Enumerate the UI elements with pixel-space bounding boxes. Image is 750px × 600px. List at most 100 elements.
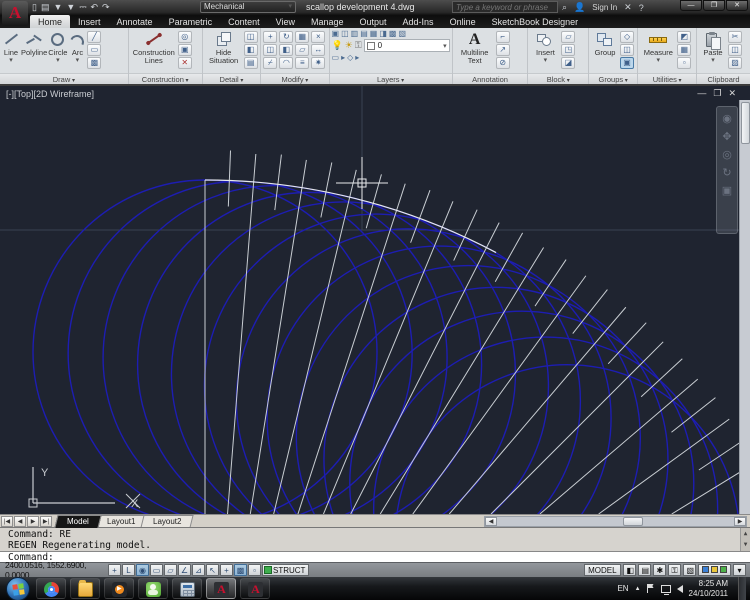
- plot-icon[interactable]: ⎓: [79, 2, 86, 13]
- detail-border-button[interactable]: ▤: [243, 57, 258, 69]
- minimize-button[interactable]: —: [680, 0, 702, 11]
- open-file-icon[interactable]: ▤: [41, 2, 50, 13]
- hidden-icons-icon[interactable]: ▲: [635, 586, 641, 592]
- offset-button[interactable]: ≡: [295, 57, 310, 69]
- command-input[interactable]: Command:: [0, 551, 750, 563]
- grid-display-toggle[interactable]: L: [122, 564, 135, 576]
- scroll-left-icon[interactable]: ◀: [485, 517, 497, 526]
- horizontal-scrollbar-thumb[interactable]: [623, 517, 643, 526]
- paste-special-icon[interactable]: ▨: [728, 57, 743, 69]
- panel-label-draw[interactable]: Draw: [0, 73, 128, 84]
- vp-minimize-icon[interactable]: —: [697, 88, 706, 99]
- layer-prev-icon[interactable]: ▥: [351, 29, 359, 38]
- construction-erase-button[interactable]: ✕: [177, 57, 192, 69]
- clock[interactable]: 8:25 AM 24/10/2011: [689, 579, 728, 599]
- dimension-button[interactable]: ⌐: [495, 31, 510, 43]
- redo-icon[interactable]: ↷: [102, 2, 110, 13]
- prev-tab-button[interactable]: ◀: [14, 515, 26, 527]
- trim-button[interactable]: ⌿: [263, 57, 278, 69]
- tab-content[interactable]: Content: [220, 15, 268, 28]
- navigation-bar[interactable]: ◉ ✥ ◎ ↻ ▣: [716, 106, 738, 234]
- horizontal-scrollbar[interactable]: ◀ ▶: [484, 516, 747, 527]
- vp-close-icon[interactable]: ✕: [728, 88, 736, 99]
- arc-button[interactable]: Arc ▾: [68, 29, 87, 64]
- exchange-icon[interactable]: ✕: [624, 2, 632, 13]
- group-manager-button[interactable]: ▣: [620, 57, 635, 69]
- panel-label-annotation[interactable]: Annotation: [452, 73, 528, 84]
- measure-button[interactable]: Measure ▾: [640, 29, 676, 64]
- signin-button[interactable]: Sign In: [592, 3, 617, 12]
- command-scrollbar[interactable]: ▲ ▼: [740, 528, 750, 552]
- rectangle-tool-button[interactable]: ╱: [87, 31, 102, 43]
- panel-label-modify[interactable]: Modify: [261, 73, 329, 84]
- tab-parametric[interactable]: Parametric: [161, 15, 221, 28]
- layer-freeze-icon[interactable]: ◨: [379, 29, 387, 38]
- orbit-icon[interactable]: ↻: [722, 167, 731, 179]
- fillet-button[interactable]: ◠: [279, 57, 294, 69]
- object-snap-toggle[interactable]: ∠: [178, 564, 191, 576]
- move-button[interactable]: +: [263, 31, 278, 43]
- object-snap-tracking-toggle[interactable]: ⊿: [192, 564, 205, 576]
- id-point-button[interactable]: ▫: [677, 57, 692, 69]
- help-icon[interactable]: ?: [639, 3, 644, 13]
- first-tab-button[interactable]: |◀: [1, 515, 13, 527]
- viewport-controls-label[interactable]: [-][Top][2D Wireframe]: [6, 89, 94, 99]
- start-button[interactable]: [6, 576, 30, 600]
- quick-calc-button[interactable]: ▦: [677, 44, 692, 56]
- layer-thaw-icon[interactable]: ☀: [345, 40, 353, 51]
- group-button[interactable]: Group: [591, 29, 619, 57]
- layer-isolate-icon[interactable]: ▤: [360, 29, 368, 38]
- polar-tracking-toggle[interactable]: ▱: [164, 564, 177, 576]
- tab-home[interactable]: Home: [30, 15, 71, 28]
- annotation-visibility-icon[interactable]: ▧: [682, 564, 696, 576]
- quick-view-layouts-icon[interactable]: ◧: [622, 564, 636, 576]
- model-space-button[interactable]: MODEL: [584, 564, 621, 576]
- group-edit-button[interactable]: ◫: [620, 44, 635, 56]
- array-button[interactable]: ▦: [295, 31, 310, 43]
- language-indicator[interactable]: EN: [617, 584, 628, 593]
- status-menu-icon[interactable]: ▾: [733, 564, 746, 576]
- save-as-icon[interactable]: ▼: [66, 2, 75, 13]
- layer-walk-icon[interactable]: ▸: [341, 53, 345, 62]
- annotation-scale-icon[interactable]: ✱: [652, 564, 666, 576]
- network-icon[interactable]: [660, 584, 671, 595]
- struct-button[interactable]: STRUCT: [262, 564, 310, 576]
- polygon-tool-button[interactable]: ▭: [87, 44, 102, 56]
- next-tab-button[interactable]: ▶: [27, 515, 39, 527]
- hide-situation-button[interactable]: Hide Situation: [205, 29, 243, 65]
- workspace-selector[interactable]: Mechanical ▾: [200, 1, 296, 13]
- workspace-switching-button[interactable]: [697, 564, 731, 576]
- action-center-icon[interactable]: [646, 584, 655, 593]
- detail-section-button[interactable]: ◧: [243, 44, 258, 56]
- vertical-scrollbar[interactable]: [739, 100, 750, 514]
- panel-label-groups[interactable]: Groups: [589, 73, 638, 84]
- model-space-viewport[interactable]: [-][Top][2D Wireframe] — ❐ ✕ ◉ ✥ ◎ ↻ ▣ Y X: [0, 86, 750, 514]
- layer-merge-icon[interactable]: ▸: [355, 53, 359, 62]
- tab-output[interactable]: Output: [352, 15, 395, 28]
- infer-constraints-toggle[interactable]: ◉: [136, 564, 149, 576]
- showmotion-icon[interactable]: ▣: [722, 185, 732, 197]
- search-icon[interactable]: ⌕: [562, 2, 567, 13]
- show-desktop-button[interactable]: [738, 577, 746, 600]
- panel-label-layers[interactable]: Layers: [329, 73, 452, 84]
- scroll-right-icon[interactable]: ▶: [734, 517, 746, 526]
- panel-label-block[interactable]: Block: [528, 73, 589, 84]
- quick-view-drawings-icon[interactable]: ▤: [637, 564, 651, 576]
- media-player-taskbar-button[interactable]: [104, 578, 134, 599]
- layer-on-icon[interactable]: 💡: [332, 40, 343, 51]
- tab-add-ins[interactable]: Add-Ins: [395, 15, 442, 28]
- construction-lines-button[interactable]: Construction Lines: [131, 29, 177, 65]
- scale-button[interactable]: ▱: [295, 44, 310, 56]
- rotate-button[interactable]: ↻: [279, 31, 294, 43]
- tab-view[interactable]: View: [268, 15, 303, 28]
- copy-icon[interactable]: ◫: [728, 44, 743, 56]
- hatch-tool-button[interactable]: ▩: [87, 57, 102, 69]
- restore-button[interactable]: ❐: [703, 0, 725, 11]
- quick-select-button[interactable]: ◩: [677, 31, 692, 43]
- layout-tab-layout2[interactable]: Layout2: [140, 514, 195, 528]
- vp-restore-icon[interactable]: ❐: [713, 88, 721, 99]
- panel-label-clipboard[interactable]: Clipboard: [697, 73, 750, 84]
- layer-dropdown[interactable]: 0 ▾: [363, 39, 450, 52]
- copy-button[interactable]: ◫: [263, 44, 278, 56]
- last-tab-button[interactable]: ▶|: [40, 515, 52, 527]
